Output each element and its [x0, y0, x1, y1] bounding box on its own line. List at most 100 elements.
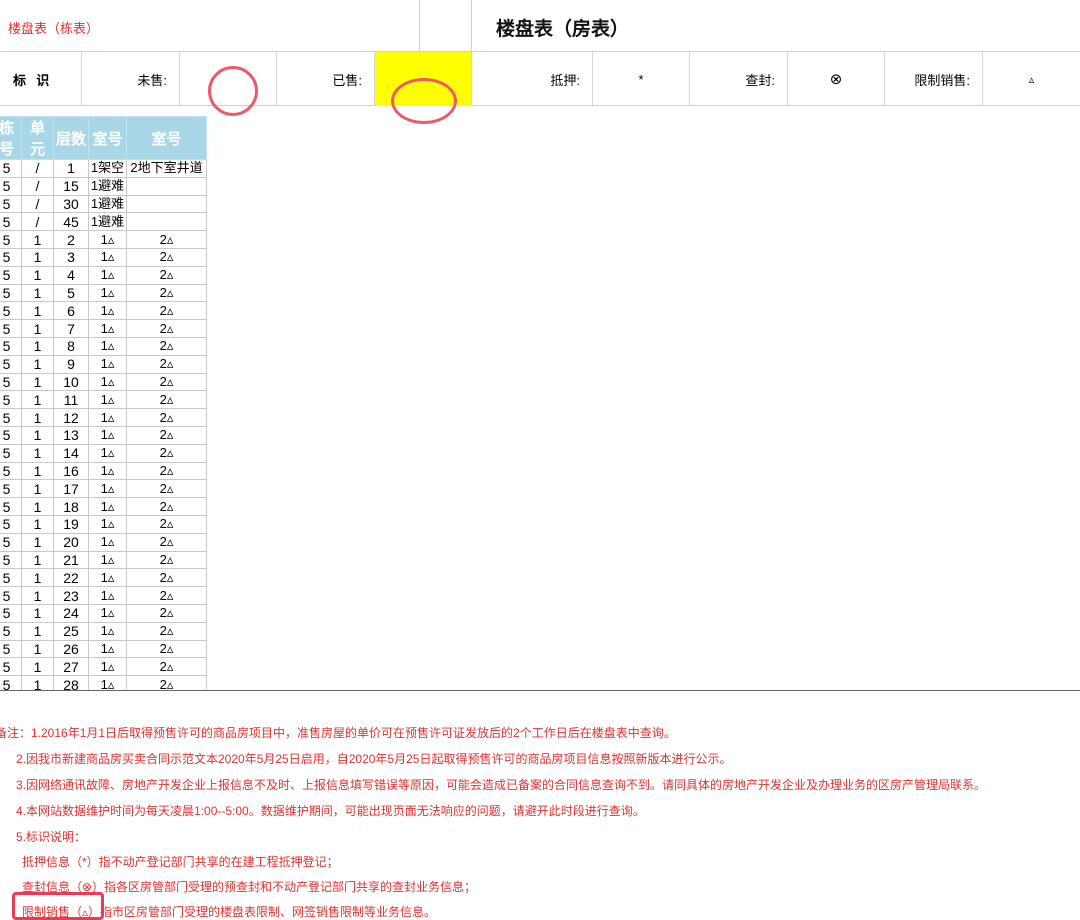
cell-room-1[interactable]: 1▵	[88, 639, 127, 659]
cell-room-2[interactable]: 2▵	[126, 639, 207, 659]
cell-room-2[interactable]: 2▵	[126, 408, 207, 427]
cell-room-2[interactable]: 2▵	[126, 603, 207, 623]
cell-room-1[interactable]: 1▵	[88, 247, 127, 267]
table-row: 5 1 8 1▵ 2▵	[0, 336, 207, 356]
cell-room-1[interactable]: 1▵	[88, 568, 127, 588]
cell-room-1[interactable]: 1▵	[88, 301, 127, 321]
cell-building-no: 5	[0, 283, 22, 303]
cell-room-2[interactable]: 2地下室井道	[126, 159, 207, 178]
cell-room-1[interactable]: 1避难	[88, 212, 127, 232]
cell-room-2[interactable]: 2▵	[126, 230, 207, 249]
cell-floor: 15	[53, 176, 89, 196]
cell-building-no: 5	[0, 532, 22, 552]
cell-unit: 1	[21, 497, 54, 516]
cell-room-1[interactable]: 1▵	[88, 657, 127, 677]
cell-floor: 30	[53, 194, 89, 214]
cell-room-2	[126, 212, 207, 232]
cell-room-1[interactable]: 1架空	[88, 159, 127, 178]
cell-room-1[interactable]: 1▵	[88, 461, 127, 481]
cell-building-no: 5	[0, 176, 22, 196]
cell-unit: 1	[21, 532, 54, 552]
cell-building-no: 5	[0, 550, 22, 570]
cell-room-2[interactable]: 2▵	[126, 461, 207, 481]
cell-room-2[interactable]: 2▵	[126, 586, 207, 605]
cell-floor: 14	[53, 443, 89, 463]
legend-mortgage-label: 抵押:	[550, 72, 580, 88]
cell-room-1[interactable]: 1▵	[88, 390, 127, 410]
cell-room-1[interactable]: 1▵	[88, 532, 127, 552]
cell-room-2[interactable]: 2▵	[126, 336, 207, 356]
cell-room-2[interactable]: 2▵	[126, 497, 207, 516]
table-row: 5 1 16 1▵ 2▵	[0, 461, 207, 481]
cell-room-1[interactable]: 1▵	[88, 603, 127, 623]
cell-unit: 1	[21, 301, 54, 321]
cell-room-2[interactable]: 2▵	[126, 514, 207, 534]
cell-unit: 1	[21, 639, 54, 659]
cell-room-2[interactable]: 2▵	[126, 265, 207, 285]
table-row: 5 1 20 1▵ 2▵	[0, 532, 207, 552]
cell-room-2[interactable]: 2▵	[126, 301, 207, 321]
cell-room-1[interactable]: 1▵	[88, 443, 127, 463]
cell-floor: 2	[53, 230, 89, 249]
tab-building-table[interactable]: 楼盘表（栋表）	[0, 0, 420, 52]
cell-room-1[interactable]: 1▵	[88, 479, 127, 499]
cell-room-1[interactable]: 1▵	[88, 621, 127, 641]
cell-floor: 3	[53, 247, 89, 267]
building-grid-area[interactable]: 栋号 单元 层数 室号 室号 5/1 1架空 2地下室井道 5/15 1避难 5/30 1避…	[0, 116, 1080, 690]
table-row: 5 1 9 1▵ 2▵	[0, 354, 207, 374]
cell-building-no: 5	[0, 354, 22, 374]
cell-room-2[interactable]: 2▵	[126, 319, 207, 338]
cell-room-2[interactable]: 2▵	[126, 443, 207, 463]
cell-room-2[interactable]: 2▵	[126, 568, 207, 588]
cell-room-2[interactable]: 2▵	[126, 283, 207, 303]
cell-floor: 24	[53, 603, 89, 623]
cell-floor: 26	[53, 639, 89, 659]
cell-room-1[interactable]: 1▵	[88, 372, 127, 392]
cell-room-1[interactable]: 1▵	[88, 265, 127, 285]
cell-room-1[interactable]: 1避难	[88, 176, 127, 196]
cell-room-1[interactable]: 1▵	[88, 283, 127, 303]
cell-unit: 1	[21, 461, 54, 481]
cell-room-2[interactable]: 2▵	[126, 372, 207, 392]
cell-room-2[interactable]: 2▵	[126, 390, 207, 410]
cell-unit: 1	[21, 603, 54, 623]
cell-building-no: 5	[0, 568, 22, 588]
cell-room-1[interactable]: 1▵	[88, 408, 127, 427]
cell-room-2[interactable]: 2▵	[126, 657, 207, 677]
table-row: 5 1 25 1▵ 2▵	[0, 621, 207, 641]
cell-room-2[interactable]: 2▵	[126, 247, 207, 267]
cell-unit: 1	[21, 479, 54, 499]
cell-room-2	[126, 176, 207, 196]
cell-room-1[interactable]: 1避难	[88, 194, 127, 214]
cell-room-2[interactable]: 2▵	[126, 479, 207, 499]
cell-room-1[interactable]: 1▵	[88, 319, 127, 338]
cell-building-no: 5	[0, 621, 22, 641]
cell-floor: 5	[53, 283, 89, 303]
cell-room-1[interactable]: 1▵	[88, 354, 127, 374]
cell-room-1[interactable]: 1▵	[88, 230, 127, 249]
cell-room-2[interactable]: 2▵	[126, 532, 207, 552]
cell-room-1[interactable]: 1▵	[88, 550, 127, 570]
cell-unit: 1	[21, 675, 54, 690]
cell-room-2[interactable]: 2▵	[126, 354, 207, 374]
cell-unit: /	[21, 194, 54, 214]
cell-room-2[interactable]: 2▵	[126, 675, 207, 690]
cell-room-1[interactable]: 1▵	[88, 336, 127, 356]
tab-room-table[interactable]: 楼盘表（房表）	[496, 14, 629, 41]
cell-floor: 8	[53, 336, 89, 356]
cell-room-1[interactable]: 1▵	[88, 514, 127, 534]
cell-building-no: 5	[0, 675, 22, 690]
cell-room-2[interactable]: 2▵	[126, 621, 207, 641]
cell-room-1[interactable]: 1▵	[88, 425, 127, 445]
table-row: 5 1 18 1▵ 2▵	[0, 497, 207, 516]
cell-room-2[interactable]: 2▵	[126, 425, 207, 445]
cell-room-1[interactable]: 1▵	[88, 675, 127, 690]
note-5: 5.标识说明：	[16, 830, 87, 844]
cell-room-1[interactable]: 1▵	[88, 586, 127, 605]
cell-unit: 1	[21, 443, 54, 463]
table-row: 5 1 22 1▵ 2▵	[0, 568, 207, 588]
table-row: 5 1 28 1▵ 2▵	[0, 675, 207, 690]
cell-floor: 12	[53, 408, 89, 427]
cell-room-2[interactable]: 2▵	[126, 550, 207, 570]
cell-room-1[interactable]: 1▵	[88, 497, 127, 516]
